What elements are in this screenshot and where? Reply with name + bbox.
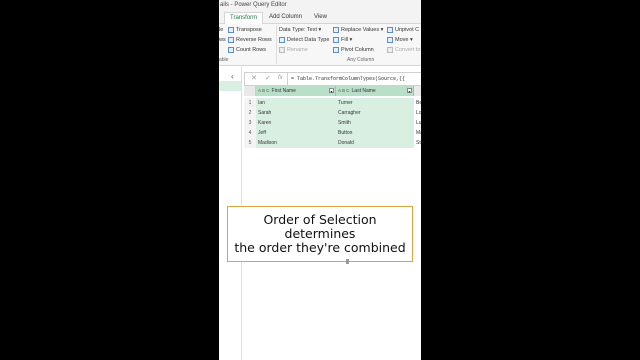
convert-button[interactable]: Convert to (387, 46, 420, 54)
move-icon (387, 36, 393, 43)
ribbon-fragment-group: able (219, 57, 229, 63)
data-grid: A B C First Name ▾ A B C Last Name ▾ 1 Ian… (244, 86, 421, 152)
replace-icon (333, 26, 339, 33)
ribbon-tabs: Transform Add Column View (219, 10, 421, 24)
count-rows-icon (228, 46, 234, 53)
transpose-icon (228, 26, 234, 33)
table-row: 3 Karen Smith Luc (244, 118, 421, 128)
cell-first-name[interactable]: Sarah (256, 108, 336, 118)
ribbon-separator (276, 26, 277, 64)
formula-bar: ✕ ✓ fx = Table.TransformColumnTypes(Sour… (244, 72, 421, 86)
cell-next[interactable]: Ber (414, 98, 421, 108)
replace-values-button[interactable]: Replace Values ▾ (333, 26, 383, 34)
table-row: 5 Madison Donald Stre (244, 138, 421, 148)
detect-type-icon (279, 36, 285, 43)
table-row: 1 Ian Turner Ber (244, 98, 421, 108)
formula-input[interactable]: = Table.TransformColumnTypes(Source,{{ (291, 76, 405, 82)
unpivot-icon (387, 26, 393, 33)
tab-transform[interactable]: Transform (224, 12, 264, 24)
cell-next[interactable]: Lon (414, 108, 421, 118)
column-header-next[interactable] (414, 86, 421, 96)
reverse-rows-icon (228, 36, 234, 43)
rename-button[interactable]: Rename (279, 46, 308, 54)
data-type-dropdown[interactable]: Data Type: Text ▾ (279, 26, 321, 34)
rename-icon (279, 46, 285, 53)
any-column-group-label: Any Column (347, 57, 375, 63)
selected-query[interactable] (219, 81, 241, 91)
table-row: 2 Sarah Carragher Lon (244, 108, 421, 118)
cell-first-name[interactable]: Ian (256, 98, 336, 108)
text-type-icon[interactable]: A B C (336, 88, 352, 93)
filter-dropdown-icon[interactable]: ▾ (329, 88, 334, 94)
row-number: 5 (244, 138, 256, 148)
caption-line-1: Order of Selection (263, 212, 377, 227)
caption-overlay: Order of Selection determines the order … (227, 206, 413, 262)
fill-icon (333, 36, 339, 43)
table-row: 4 Jeff Button Mar (244, 128, 421, 138)
fill-button[interactable]: Fill ▾ (333, 36, 352, 44)
cell-first-name[interactable]: Karen (256, 118, 336, 128)
cell-first-name[interactable]: Madison (256, 138, 336, 148)
cancel-icon[interactable]: ✕ (251, 74, 257, 82)
cell-last-name[interactable]: Carragher (336, 108, 414, 118)
ribbon: le ws able Transpose Reverse Rows Count … (219, 24, 421, 66)
reverse-rows-button[interactable]: Reverse Rows (228, 36, 272, 44)
fx-icon: fx (278, 75, 283, 81)
cell-last-name[interactable]: Turner (336, 98, 414, 108)
cell-last-name[interactable]: Donald (336, 138, 414, 148)
cell-next[interactable]: Mar (414, 128, 421, 138)
pivot-column-button[interactable]: Pivot Column (333, 46, 374, 54)
collapse-chevron-icon[interactable]: ‹ (231, 72, 234, 81)
unpivot-button[interactable]: Unpivot C (387, 26, 419, 34)
detect-data-type-button[interactable]: Detect Data Type (279, 36, 329, 44)
table-corner-icon[interactable] (244, 86, 256, 96)
filter-dropdown-icon[interactable]: ▾ (407, 88, 412, 94)
row-number: 2 (244, 108, 256, 118)
caption-line-2: determines (284, 226, 356, 241)
tab-view[interactable]: View (309, 12, 332, 23)
mouse-cursor-icon (346, 259, 349, 264)
ribbon-fragment-1[interactable]: le (219, 26, 223, 34)
tab-add-column[interactable]: Add Column (264, 12, 307, 23)
row-number: 3 (244, 118, 256, 128)
cell-last-name[interactable]: Smith (336, 118, 414, 128)
column-header-first-name[interactable]: A B C First Name ▾ (256, 86, 336, 96)
count-rows-button[interactable]: Count Rows (228, 46, 266, 54)
move-button[interactable]: Move ▾ (387, 36, 413, 44)
cell-first-name[interactable]: Jeff (256, 128, 336, 138)
formula-divider (287, 73, 288, 85)
cell-next[interactable]: Luc (414, 118, 421, 128)
title-bar: ails - Power Query Editor (219, 0, 421, 10)
column-header-last-name[interactable]: A B C Last Name ▾ (336, 86, 414, 96)
cell-last-name[interactable]: Button (336, 128, 414, 138)
window-title: ails - Power Query Editor (220, 2, 287, 8)
pivot-icon (333, 46, 339, 53)
confirm-icon[interactable]: ✓ (265, 74, 271, 82)
text-type-icon[interactable]: A B C (256, 88, 272, 93)
caption-line-3: the order they're combined (234, 240, 406, 255)
row-number: 1 (244, 98, 256, 108)
power-query-window: ails - Power Query Editor Transform Add … (219, 0, 421, 360)
cell-next[interactable]: Stre (414, 138, 421, 148)
row-number: 4 (244, 128, 256, 138)
convert-icon (387, 46, 393, 53)
transpose-button[interactable]: Transpose (228, 26, 262, 34)
ribbon-fragment-2[interactable]: ws (219, 36, 226, 44)
